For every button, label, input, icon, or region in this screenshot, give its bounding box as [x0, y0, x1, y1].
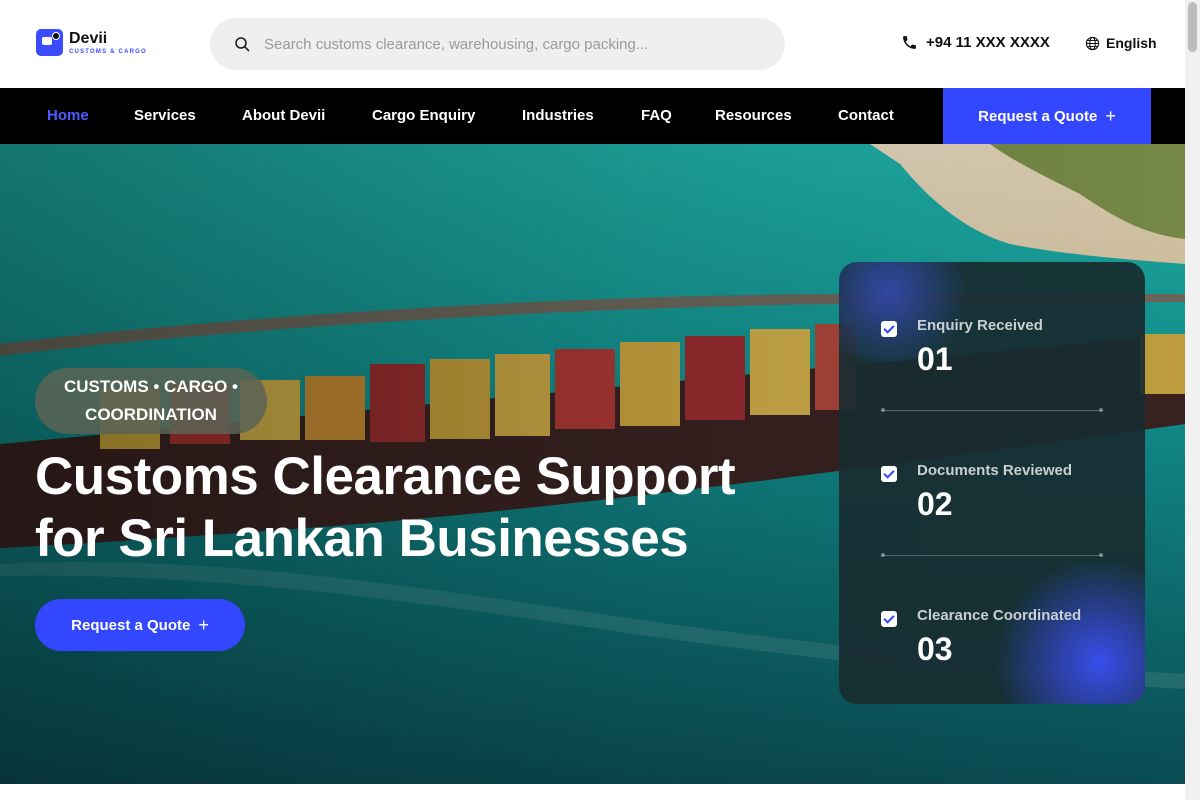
hero-request-quote-button[interactable]: Request a Quote +: [35, 599, 245, 651]
plus-icon: +: [198, 614, 209, 635]
language-selector[interactable]: English: [1085, 35, 1157, 51]
phone-number: +94 11 XXX XXXX: [926, 34, 1050, 51]
language-label: English: [1106, 35, 1157, 51]
logo-text: Devii CUSTOMS & CARGO: [69, 29, 147, 55]
brand-logo[interactable]: Devii CUSTOMS & CARGO: [36, 29, 147, 56]
nav-item-resources[interactable]: Resources: [715, 88, 792, 144]
checkbox-checked-icon: [881, 611, 897, 627]
page-scrollbar[interactable]: [1185, 0, 1200, 800]
phone-icon: [903, 36, 916, 49]
nav-item-home[interactable]: Home: [47, 88, 89, 144]
phone-contact[interactable]: +94 11 XXX XXXX: [901, 34, 1050, 51]
search-bar[interactable]: [210, 18, 785, 70]
brand-name: Devii: [69, 29, 108, 47]
step-label: Enquiry Received: [917, 317, 1043, 334]
nav-cta-label: Request a Quote: [978, 107, 1098, 125]
step-divider: [881, 408, 1103, 412]
top-header: Devii CUSTOMS & CARGO +94 11 XXX XXXX En…: [0, 0, 1185, 88]
step-number: 01: [917, 341, 953, 377]
hero-title-line1: Customs Clearance Support: [35, 447, 736, 506]
process-steps-card: Enquiry Received 01 Documents Reviewed 0…: [839, 262, 1145, 704]
step-label: Clearance Coordinated: [917, 607, 1082, 624]
step-label: Documents Reviewed: [917, 462, 1073, 479]
hero-section: CUSTOMS • CARGO • COORDINATION Customs C…: [0, 144, 1185, 784]
checkbox-checked-icon: [881, 321, 897, 337]
step-divider: [881, 553, 1103, 557]
nav-item-industries[interactable]: Industries: [522, 88, 594, 144]
hero-badge: CUSTOMS • CARGO • COORDINATION: [35, 368, 267, 434]
nav-item-faq[interactable]: FAQ: [641, 88, 672, 144]
plus-icon: +: [1105, 105, 1116, 126]
nav-request-quote-button[interactable]: Request a Quote +: [943, 88, 1151, 144]
step-number: 03: [917, 631, 953, 667]
hero-cta-label: Request a Quote: [71, 616, 191, 634]
hero-title: Customs Clearance Support for Sri Lankan…: [35, 446, 795, 570]
card-glow: [839, 262, 979, 362]
main-nav: Home Services About Devii Cargo Enquiry …: [0, 88, 1185, 144]
step-number: 02: [917, 486, 953, 522]
search-input[interactable]: [264, 35, 764, 53]
globe-icon: [1085, 36, 1100, 50]
checkbox-checked-icon: [881, 466, 897, 482]
logo-mark-icon: [36, 29, 63, 56]
brand-tagline: CUSTOMS & CARGO: [69, 48, 147, 55]
hero-badge-line1: CUSTOMS • CARGO •: [63, 377, 239, 396]
card-glow: [989, 562, 1145, 704]
nav-item-about[interactable]: About Devii: [242, 88, 325, 144]
hero-badge-line2: COORDINATION: [85, 405, 217, 424]
nav-item-services[interactable]: Services: [134, 88, 196, 144]
scrollbar-thumb[interactable]: [1188, 2, 1197, 52]
search-icon: [235, 37, 250, 52]
nav-item-cargo-enquiry[interactable]: Cargo Enquiry: [372, 88, 475, 144]
hero-title-line2: for Sri Lankan Businesses: [35, 509, 689, 568]
nav-item-contact[interactable]: Contact: [838, 88, 894, 144]
